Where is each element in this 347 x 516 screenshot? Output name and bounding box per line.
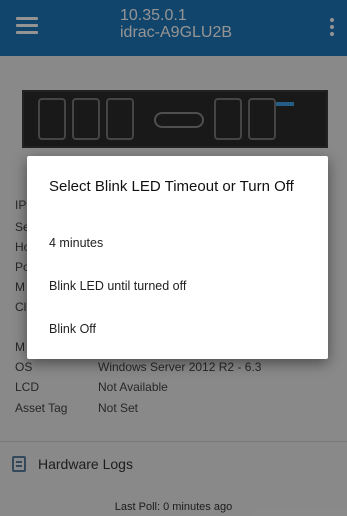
- option-blink-until-off[interactable]: Blink LED until turned off: [27, 269, 328, 305]
- app-screen: 10.35.0.1 idrac-A9GLU2B IP Se Ho Po M Cl: [0, 0, 347, 516]
- option-blink-off[interactable]: Blink Off: [27, 312, 328, 348]
- option-label: Blink LED until turned off: [49, 279, 187, 293]
- option-label: Blink Off: [49, 322, 97, 336]
- option-4-minutes[interactable]: 4 minutes: [27, 226, 328, 262]
- dialog-title: Select Blink LED Timeout or Turn Off: [49, 178, 294, 195]
- blink-led-dialog: Select Blink LED Timeout or Turn Off 4 m…: [27, 156, 328, 359]
- option-label: 4 minutes: [49, 236, 104, 250]
